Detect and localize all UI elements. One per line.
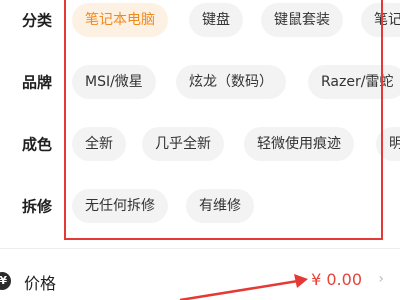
condition-row: 成色 全新 几乎全新 轻微使用痕迹 明 [0,124,400,164]
condition-option-light-wear[interactable]: 轻微使用痕迹 [244,127,354,161]
brand-label: 品牌 [22,73,53,92]
category-option-laptop[interactable]: 笔记本电脑 [72,3,168,37]
chevron-right-icon: › [378,271,384,287]
category-option-keyboard-mouse-set[interactable]: 键鼠套装 [261,3,343,37]
repair-option-none[interactable]: 无任何拆修 [72,189,168,223]
brand-option-razer[interactable]: Razer/雷蛇 [308,65,400,99]
brand-option-msi[interactable]: MSI/微星 [72,65,156,99]
repair-row: 拆修 无任何拆修 有维修 [0,186,400,226]
category-option-keyboard[interactable]: 键盘 [189,3,243,37]
brand-option-xuanlong[interactable]: 炫龙（数码） [176,65,286,99]
filter-page: 分类 笔记本电脑 键盘 键鼠套装 笔记 品牌 MSI/微星 炫龙（数码） Raz… [0,0,400,300]
category-row: 分类 笔记本电脑 键盘 键鼠套装 笔记 [0,0,400,40]
condition-label: 成色 [22,135,53,154]
price-label: 价格 [24,274,57,293]
category-label: 分类 [22,11,53,30]
divider [0,248,400,249]
repair-option-repaired[interactable]: 有维修 [186,189,254,223]
condition-option-partial[interactable]: 明 [376,127,400,161]
category-option-notebook-partial[interactable]: 笔记 [361,3,400,37]
condition-option-almost-new[interactable]: 几乎全新 [142,127,224,161]
condition-option-new[interactable]: 全新 [72,127,126,161]
repair-label: 拆修 [22,197,53,216]
yuan-icon: ¥ [0,272,11,290]
price-value[interactable]: ¥ 0.00 [311,270,362,289]
price-row[interactable]: ¥ 价格 ¥ 0.00 › [0,258,400,300]
brand-row: 品牌 MSI/微星 炫龙（数码） Razer/雷蛇 [0,62,400,102]
